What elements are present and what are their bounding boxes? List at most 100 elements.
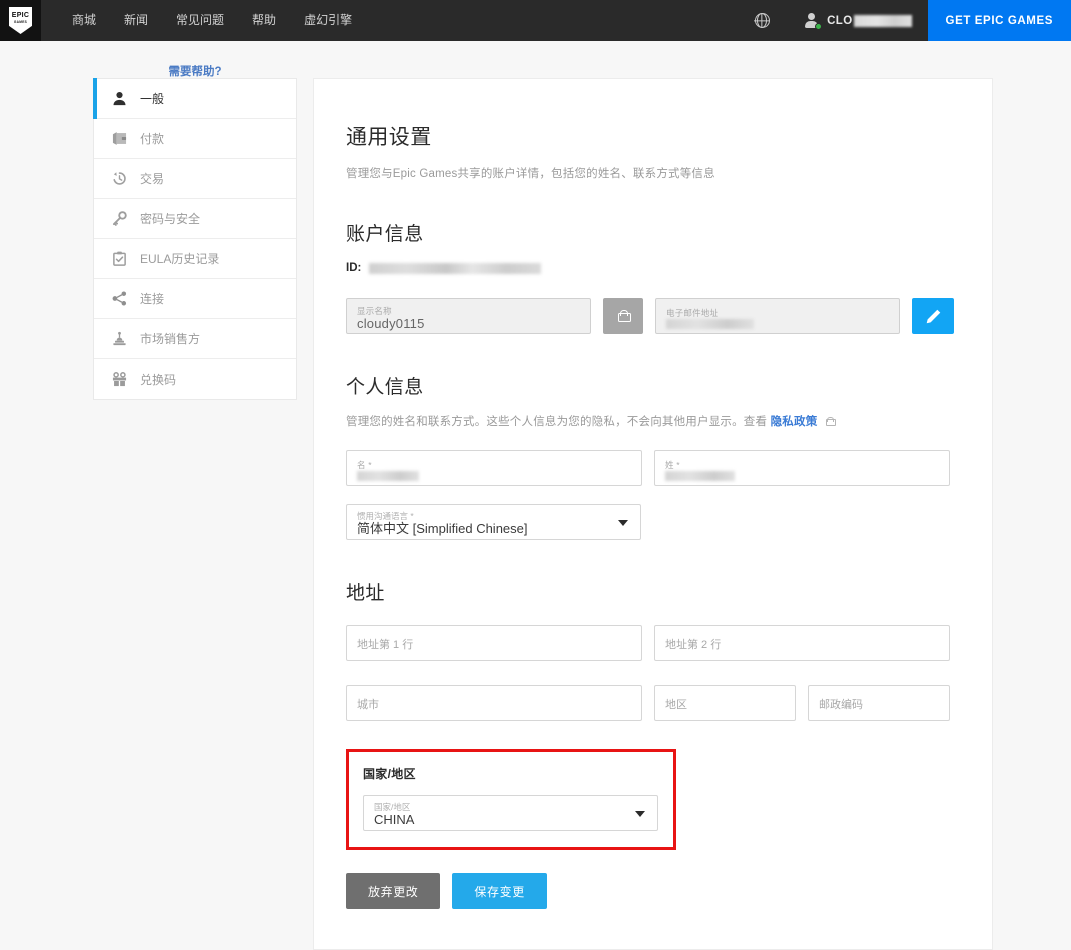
state-placeholder: 地区: [665, 699, 687, 711]
globe-icon: [754, 12, 770, 28]
language-select[interactable]: 惯用沟通语言 * 简体中文 [Simplified Chinese]: [346, 504, 641, 540]
lock-icon: [617, 310, 631, 322]
main-nav: 商城 新闻 常见问题 帮助 虚幻引擎: [58, 0, 366, 41]
city-state-zip-row: 城市 地区 邮政编码: [346, 685, 960, 721]
person-icon: [111, 90, 128, 107]
epic-shield-icon: EPIC GAMES: [9, 7, 32, 34]
username: CLO: [827, 14, 912, 27]
sidebar-item-marketplace-seller[interactable]: 市场销售方: [94, 319, 296, 359]
country-label: 国家/地区: [374, 801, 411, 812]
display-name-field[interactable]: 显示名称 cloudy0115: [346, 298, 591, 334]
address-line-1-placeholder: 地址第 1 行: [357, 639, 414, 651]
need-help-link[interactable]: 需要帮助?: [93, 63, 297, 79]
city-placeholder: 城市: [357, 699, 379, 711]
sidebar-item-payment[interactable]: 付款: [94, 119, 296, 159]
sidebar-item-connections[interactable]: 连接: [94, 279, 296, 319]
sidebar-wrapper: 一般 付款 交易 密码与安全 EULA历史记录 连接 市场销售方 兑换码 需要帮…: [0, 63, 1071, 400]
email-value-redacted: [666, 318, 754, 329]
gavel-icon: [111, 330, 128, 347]
sidebar-item-label: 密码与安全: [140, 212, 201, 226]
account-id-value-redacted: [369, 262, 542, 274]
username-redacted: [853, 14, 912, 27]
country-select[interactable]: 国家/地区 CHINA: [363, 795, 658, 831]
sidebar-item-label: 一般: [140, 92, 165, 106]
get-epic-games-button[interactable]: GET EPIC GAMES: [927, 0, 1071, 41]
username-text: CLO: [827, 14, 853, 27]
postal-code-field[interactable]: 邮政编码: [808, 685, 950, 721]
privacy-policy-link[interactable]: 隐私政策: [771, 416, 818, 428]
pencil-icon: [926, 309, 940, 323]
edit-email-button[interactable]: [912, 298, 954, 334]
address-line-1-field[interactable]: 地址第 1 行: [346, 625, 642, 661]
sidebar-item-label: 交易: [140, 172, 165, 186]
account-fields-row: 显示名称 cloudy0115 电子邮件地址: [346, 298, 960, 334]
clipboard-check-icon: [111, 250, 128, 267]
personal-info-description-text: 管理您的姓名和联系方式。这些个人信息为您的隐私，不会向其他用户显示。查看: [346, 416, 768, 428]
city-field[interactable]: 城市: [346, 685, 642, 721]
first-name-label: 名 *: [357, 459, 372, 470]
user-account-menu[interactable]: CLO: [782, 0, 927, 41]
personal-info-description: 管理您的姓名和联系方式。这些个人信息为您的隐私，不会向其他用户显示。查看 隐私政…: [346, 413, 960, 429]
address-heading: 地址: [346, 583, 385, 604]
nav-faq[interactable]: 常见问题: [162, 0, 238, 41]
history-clock-icon: [111, 170, 128, 187]
address-line-2-placeholder: 地址第 2 行: [665, 639, 722, 651]
account-info-heading: 账户信息: [346, 224, 424, 245]
nav-store[interactable]: 商城: [58, 0, 110, 41]
account-id-label: ID:: [346, 262, 362, 274]
last-name-value-redacted: [665, 470, 735, 481]
sidebar-item-general[interactable]: 一般: [93, 78, 296, 119]
page-title: 通用设置: [346, 126, 432, 149]
last-name-label: 姓 *: [665, 459, 680, 470]
sidebar-item-redeem-code[interactable]: 兑换码: [94, 359, 296, 399]
logo-line-1: EPIC: [11, 12, 30, 19]
discard-changes-button[interactable]: 放弃更改: [346, 873, 441, 909]
sidebar-item-label: 市场销售方: [140, 332, 201, 346]
avatar-icon: [804, 12, 823, 30]
display-name-label: 显示名称: [357, 305, 392, 316]
settings-sidebar: 一般 付款 交易 密码与安全 EULA历史记录 连接 市场销售方 兑换码: [93, 78, 297, 400]
sidebar-item-password-security[interactable]: 密码与安全: [94, 199, 296, 239]
sidebar-item-label: 兑换码: [140, 372, 177, 387]
country-section-title: 国家/地区: [363, 767, 416, 781]
wallet-icon: [111, 130, 128, 147]
top-nav-right: CLO GET EPIC GAMES: [742, 0, 1071, 41]
postal-code-placeholder: 邮政编码: [819, 699, 863, 711]
language-label: 惯用沟通语言 *: [357, 510, 414, 521]
sidebar-item-transactions[interactable]: 交易: [94, 159, 296, 199]
logo-line-2: GAMES: [13, 20, 28, 24]
sidebar-item-label: EULA历史记录: [140, 252, 220, 266]
language-value: 简体中文 [Simplified Chinese]: [357, 520, 528, 536]
nav-help[interactable]: 帮助: [238, 0, 290, 41]
nav-unreal-engine[interactable]: 虚幻引擎: [290, 0, 366, 41]
sidebar-item-eula-history[interactable]: EULA历史记录: [94, 239, 296, 279]
page-description: 管理您与Epic Games共享的账户详情，包括您的姓名、联系方式等信息: [346, 168, 715, 180]
state-field[interactable]: 地区: [654, 685, 796, 721]
page-body: 一般 付款 交易 密码与安全 EULA历史记录 连接 市场销售方 兑换码 需要帮…: [0, 41, 1071, 950]
gift-icon: [111, 371, 128, 388]
sidebar-item-label: 付款: [140, 132, 165, 146]
email-field[interactable]: 电子邮件地址: [655, 298, 900, 334]
language-row: 惯用沟通语言 * 简体中文 [Simplified Chinese]: [346, 504, 960, 540]
nav-news[interactable]: 新闻: [110, 0, 162, 41]
share-icon: [111, 290, 128, 307]
save-changes-button[interactable]: 保存变更: [452, 873, 547, 909]
epic-games-logo[interactable]: EPIC GAMES: [0, 0, 41, 41]
personal-info-heading: 个人信息: [346, 377, 424, 398]
language-selector-button[interactable]: [742, 0, 782, 41]
name-fields-row: 名 * 姓 *: [346, 450, 960, 486]
form-actions: 放弃更改 保存变更: [346, 873, 960, 909]
last-name-field[interactable]: 姓 *: [654, 450, 950, 486]
first-name-value-redacted: [357, 470, 419, 481]
key-icon: [111, 210, 128, 227]
address-line-2-field[interactable]: 地址第 2 行: [654, 625, 950, 661]
country-value: CHINA: [374, 811, 415, 827]
chevron-down-icon: [618, 520, 628, 526]
first-name-field[interactable]: 名 *: [346, 450, 642, 486]
top-navigation-bar: EPIC GAMES 商城 新闻 常见问题 帮助 虚幻引擎 CLO GET EP…: [0, 0, 1071, 41]
display-name-lock-button[interactable]: [603, 298, 643, 334]
address-lines-row: 地址第 1 行 地址第 2 行: [346, 625, 960, 661]
chevron-down-icon: [635, 811, 645, 817]
email-label: 电子邮件地址: [666, 307, 719, 318]
sidebar-item-label: 连接: [140, 292, 165, 306]
